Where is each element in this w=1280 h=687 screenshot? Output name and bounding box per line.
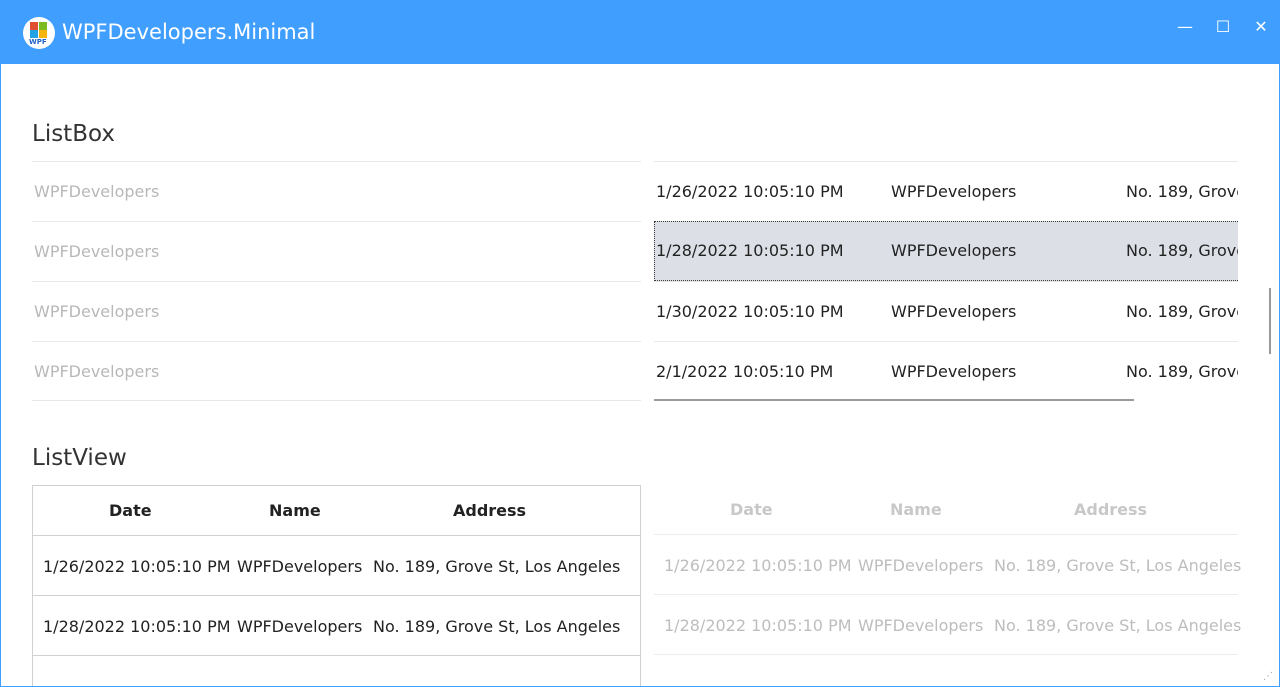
row-address: No. 189, Grove St, Los Angeles bbox=[373, 557, 621, 576]
logo-square-blue bbox=[30, 30, 38, 38]
row-address: No. 189, Grove St, Los Angeles bbox=[994, 556, 1242, 575]
item-name: WPFDevelopers bbox=[891, 182, 1017, 201]
close-button[interactable]: ✕ bbox=[1249, 15, 1273, 39]
list-item: WPFDevelopers bbox=[32, 281, 641, 341]
list-item[interactable]: 2/1/2022 10:05:10 PM WPFDevelopers No. 1… bbox=[654, 341, 1238, 401]
column-header-name: Name bbox=[890, 500, 942, 519]
item-date: 2/1/2022 10:05:10 PM bbox=[656, 362, 834, 381]
maximize-button[interactable]: ☐ bbox=[1211, 15, 1235, 39]
disabled-listbox: WPFDevelopers WPFDevelopers WPFDeveloper… bbox=[32, 161, 641, 401]
column-header-date: Date bbox=[730, 500, 773, 519]
row-date: 1/28/2022 10:05:10 PM bbox=[664, 616, 852, 635]
row-address: No. 189, Grove St, Los Angeles bbox=[994, 616, 1242, 635]
row-address: No. 189, Grove St, Los Angeles bbox=[373, 617, 621, 636]
item-address: No. 189, Grove bbox=[1126, 362, 1238, 381]
resize-grip-icon[interactable]: ⋰ bbox=[1263, 671, 1273, 682]
listbox-section-title: ListBox bbox=[32, 121, 115, 147]
row-date: 1/26/2022 10:05:10 PM bbox=[43, 557, 231, 576]
minimize-button[interactable]: — bbox=[1173, 15, 1197, 39]
disabled-listview: Date Name Address 1/26/2022 10:05:10 PM … bbox=[654, 485, 1242, 686]
logo-square-green bbox=[39, 22, 47, 30]
logo-text: WPF bbox=[29, 38, 47, 46]
item-address: No. 189, Grove bbox=[1126, 241, 1238, 260]
list-item-label: WPFDevelopers bbox=[34, 182, 160, 201]
window-title: WPFDevelopers.Minimal bbox=[62, 20, 316, 44]
item-date: 1/26/2022 10:05:10 PM bbox=[656, 182, 844, 201]
row-name: WPFDevelopers bbox=[858, 616, 984, 635]
listview[interactable]: Date Name Address 1/26/2022 10:05:10 PM … bbox=[32, 485, 641, 686]
listview-section-title: ListView bbox=[32, 445, 127, 471]
item-address: No. 189, Grove bbox=[1126, 302, 1238, 321]
item-date: 1/28/2022 10:05:10 PM bbox=[656, 241, 844, 260]
table-row[interactable]: 1/28/2022 10:05:10 PM WPFDevelopers No. … bbox=[33, 596, 640, 656]
listview-header: Date Name Address bbox=[33, 486, 640, 536]
row-date: 1/26/2022 10:05:10 PM bbox=[664, 556, 852, 575]
vertical-scrollbar[interactable] bbox=[1269, 288, 1271, 354]
logo-square-yellow bbox=[39, 30, 47, 38]
list-item[interactable]: 1/26/2022 10:05:10 PM WPFDevelopers No. … bbox=[654, 161, 1238, 221]
table-row: 1/28/2022 10:05:10 PM WPFDevelopers No. … bbox=[654, 595, 1242, 655]
row-name: WPFDevelopers bbox=[858, 556, 984, 575]
list-item-label: WPFDevelopers bbox=[34, 362, 160, 381]
horizontal-scrollbar[interactable] bbox=[654, 399, 1134, 401]
title-bar[interactable]: WPF WPFDevelopers.Minimal — ☐ ✕ bbox=[1, 1, 1279, 64]
item-address: No. 189, Grove bbox=[1126, 182, 1238, 201]
list-item-selected[interactable]: 1/28/2022 10:05:10 PM WPFDevelopers No. … bbox=[654, 221, 1238, 281]
list-item-label: WPFDevelopers bbox=[34, 302, 160, 321]
row-name: WPFDevelopers bbox=[237, 617, 363, 636]
table-row[interactable]: 1/26/2022 10:05:10 PM WPFDevelopers No. … bbox=[33, 536, 640, 596]
list-item: WPFDevelopers bbox=[32, 221, 641, 281]
disabled-listview-header: Date Name Address bbox=[654, 485, 1238, 535]
item-name: WPFDevelopers bbox=[891, 241, 1017, 260]
item-name: WPFDevelopers bbox=[891, 362, 1017, 381]
app-logo-icon: WPF bbox=[23, 17, 55, 49]
column-header-name[interactable]: Name bbox=[269, 501, 321, 520]
row-date: 1/28/2022 10:05:10 PM bbox=[43, 617, 231, 636]
column-header-address: Address bbox=[1074, 500, 1148, 519]
item-name: WPFDevelopers bbox=[891, 302, 1017, 321]
list-item: WPFDevelopers bbox=[32, 161, 641, 221]
table-row: 1/26/2022 10:05:10 PM WPFDevelopers No. … bbox=[654, 535, 1242, 595]
item-date: 1/30/2022 10:05:10 PM bbox=[656, 302, 844, 321]
list-item: WPFDevelopers bbox=[32, 341, 641, 401]
column-header-date[interactable]: Date bbox=[109, 501, 152, 520]
column-header-address[interactable]: Address bbox=[453, 501, 526, 520]
list-item[interactable]: 1/30/2022 10:05:10 PM WPFDevelopers No. … bbox=[654, 281, 1238, 341]
row-name: WPFDevelopers bbox=[237, 557, 363, 576]
columned-listbox[interactable]: 1/26/2022 10:05:10 PM WPFDevelopers No. … bbox=[654, 161, 1238, 402]
logo-square-red bbox=[30, 22, 38, 30]
list-item-label: WPFDevelopers bbox=[34, 242, 160, 261]
app-window: WPF WPFDevelopers.Minimal — ☐ ✕ ListBox … bbox=[0, 0, 1280, 687]
